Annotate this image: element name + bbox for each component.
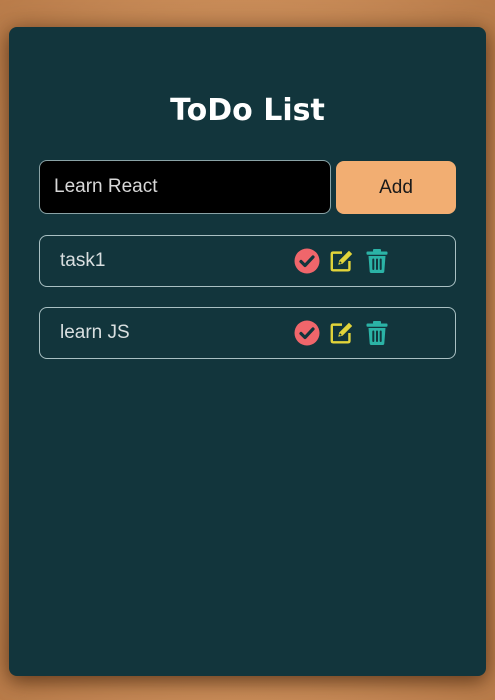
todo-text: learn JS	[60, 322, 130, 343]
page-title: ToDo List	[170, 93, 325, 128]
todo-list: task1 learn JS	[39, 235, 456, 379]
check-circle-icon[interactable]	[294, 248, 320, 274]
check-circle-icon[interactable]	[294, 320, 320, 346]
trash-icon[interactable]	[364, 248, 390, 274]
todo-text: task1	[60, 250, 106, 271]
todo-actions	[294, 248, 399, 274]
add-task-form: Add	[39, 160, 456, 214]
task-input[interactable]	[39, 160, 331, 214]
trash-icon[interactable]	[364, 320, 390, 346]
edit-icon[interactable]	[329, 320, 355, 346]
add-button[interactable]: Add	[336, 161, 456, 214]
todo-card: ToDo List Add task1	[9, 27, 486, 676]
todo-actions	[294, 320, 399, 346]
edit-icon[interactable]	[329, 248, 355, 274]
todo-item: task1	[39, 235, 456, 287]
todo-item: learn JS	[39, 307, 456, 359]
